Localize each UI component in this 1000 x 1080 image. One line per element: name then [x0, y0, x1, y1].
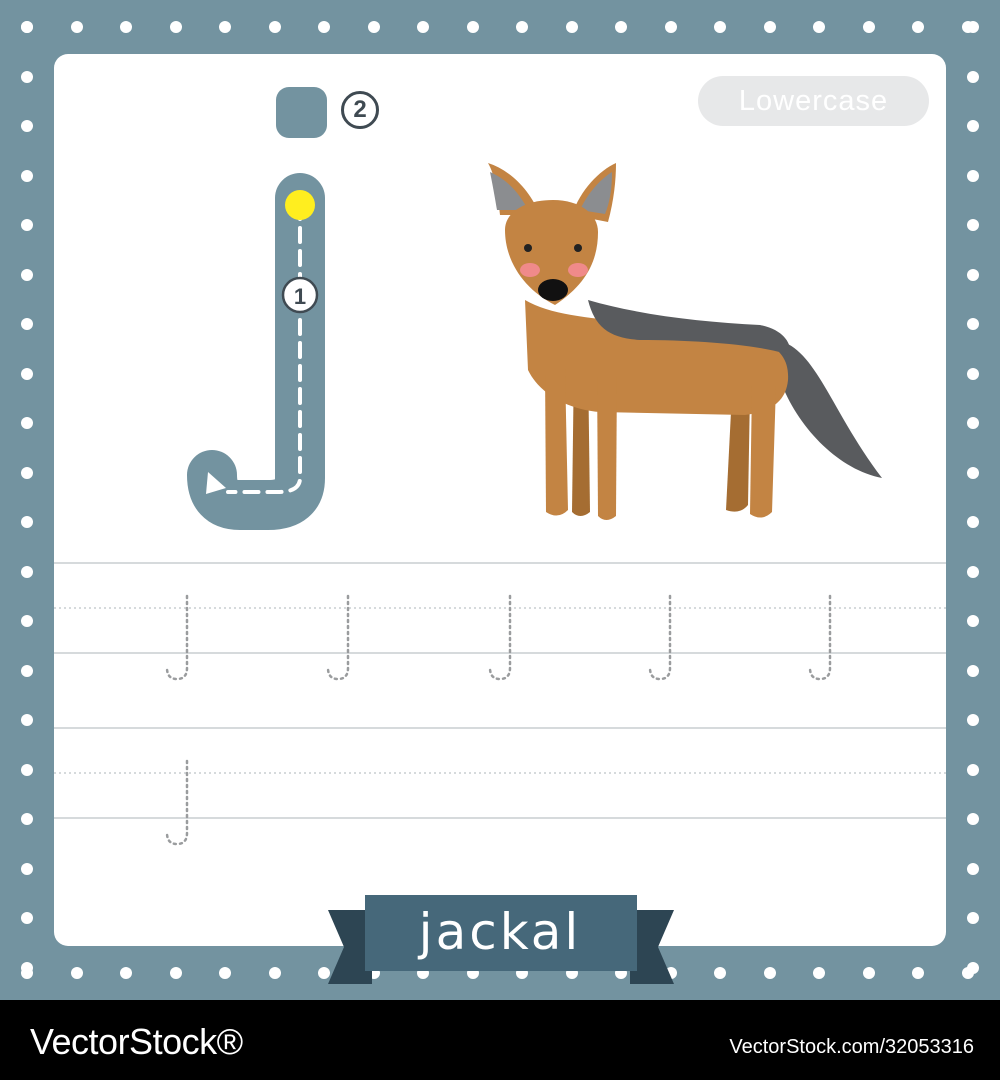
jackal-nose	[538, 279, 568, 301]
watermark-brand: VectorStock®	[30, 1021, 243, 1062]
jackal-tail	[775, 340, 882, 478]
jackal-cheek-right	[568, 263, 588, 277]
letter-j-guide: 1	[187, 173, 325, 530]
watermark-bar: VectorStock® VectorStock.com/32053316	[0, 1000, 1000, 1080]
stroke-number: 1	[294, 284, 306, 309]
word-label: jackal	[418, 903, 582, 961]
jackal-eye-left	[524, 244, 532, 252]
jackal-cheek-left	[520, 263, 540, 277]
practice-letters	[165, 594, 832, 846]
worksheet-page: Lowercase 2 1 jackal VectorStock® Vector…	[0, 0, 1000, 1080]
tracing-artwork: 1	[54, 163, 946, 846]
start-dot	[285, 190, 315, 220]
jackal-illustration	[488, 163, 882, 520]
jackal-eye-right	[574, 244, 582, 252]
watermark-id: VectorStock.com/32053316	[729, 1036, 974, 1058]
jackal-front-leg-2	[597, 370, 617, 520]
jackal-front-leg	[545, 368, 568, 516]
jackal-back-leg	[750, 385, 776, 518]
